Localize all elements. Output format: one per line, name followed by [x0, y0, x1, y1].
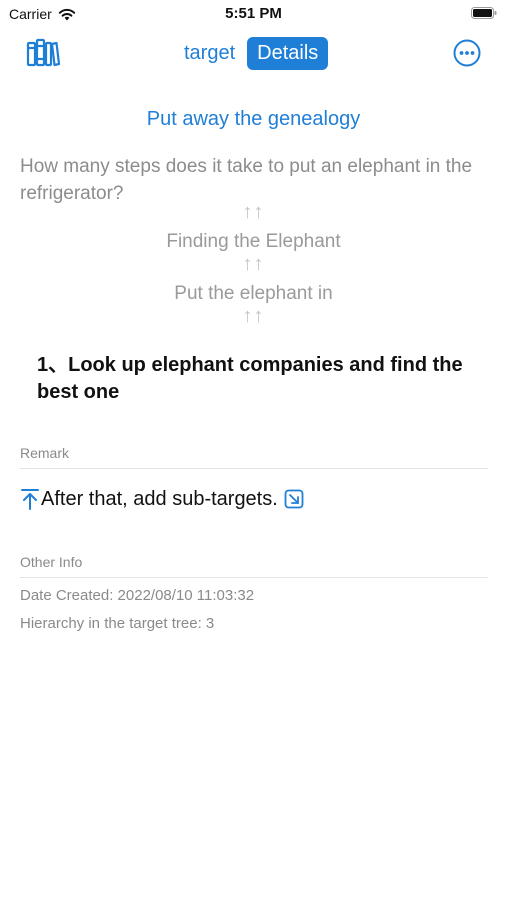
chain-item-put-elephant-in[interactable]: Put the elephant in: [0, 283, 507, 305]
other-info-section-label: Other Info: [20, 554, 83, 570]
remark-divider: [20, 468, 488, 469]
segment-target[interactable]: target: [178, 37, 241, 70]
put-away-genealogy-link[interactable]: Put away the genealogy: [0, 108, 507, 131]
navigation-bar: target Details: [0, 32, 507, 76]
current-target-title: 1、Look up elephant companies and find th…: [37, 354, 463, 403]
status-bar: Carrier 5:51 PM: [0, 0, 507, 28]
date-created-text: Date Created: 2022/08/10 11:03:32: [20, 587, 255, 604]
more-icon[interactable]: [453, 39, 481, 67]
view-segmented-control: target Details: [178, 36, 329, 70]
segment-details[interactable]: Details: [247, 36, 329, 70]
other-info-divider: [20, 577, 488, 578]
hierarchy-level-text: Hierarchy in the target tree: 3: [20, 615, 215, 632]
remark-text[interactable]: After that, add sub-targets.: [41, 488, 278, 511]
chain-arrow-up: ↑↑: [242, 201, 265, 223]
arrow-up-to-line-icon: [21, 489, 39, 510]
library-icon[interactable]: [26, 37, 60, 67]
remark-section-label: Remark: [20, 445, 70, 461]
chain-arrow-up: ↑↑: [242, 253, 265, 275]
battery-icon: [471, 7, 497, 19]
chain-item-finding-elephant[interactable]: Finding the Elephant: [0, 231, 507, 253]
status-time: 5:51 PM: [225, 5, 282, 22]
remark-row: After that, add sub-targets.: [20, 487, 304, 511]
root-target-question: How many steps does it take to put an el…: [20, 156, 473, 204]
arrow-down-right-square-icon[interactable]: [284, 489, 304, 509]
chain-arrow-up: ↑↑: [242, 305, 265, 327]
